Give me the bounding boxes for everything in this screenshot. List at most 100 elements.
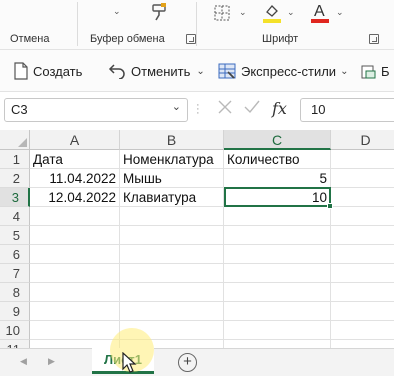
empty-cell[interactable] xyxy=(30,207,120,226)
empty-cell[interactable] xyxy=(331,188,394,207)
row-header-3[interactable]: 3 xyxy=(0,188,30,207)
scroll-tabs-left-icon[interactable]: ◀ xyxy=(20,356,27,367)
empty-cell[interactable] xyxy=(331,226,394,245)
empty-cell[interactable] xyxy=(224,245,331,264)
column-header-b[interactable]: B xyxy=(120,130,224,150)
row-header-9[interactable]: 9 xyxy=(0,302,30,321)
empty-cell[interactable] xyxy=(120,207,224,226)
cell-b2[interactable]: Мышь xyxy=(120,169,224,188)
clipboard-dialog-launcher-icon[interactable] xyxy=(186,34,196,44)
empty-cell[interactable] xyxy=(331,321,394,340)
name-box-value: C3 xyxy=(11,102,28,117)
empty-cell[interactable] xyxy=(224,340,331,348)
empty-cell[interactable] xyxy=(30,340,120,348)
fill-color-icon[interactable] xyxy=(262,2,282,29)
empty-cell[interactable] xyxy=(224,283,331,302)
clipboard-button[interactable]: Б xyxy=(360,60,390,82)
cell-a3[interactable]: 12.04.2022 xyxy=(30,188,120,207)
chevron-down-icon[interactable]: ⌄ xyxy=(336,7,344,18)
empty-cell[interactable] xyxy=(331,302,394,321)
chevron-down-icon[interactable]: ⌄ xyxy=(196,66,204,77)
cell-c1[interactable]: Количество xyxy=(224,150,331,169)
more-options-icon[interactable]: · · · xyxy=(196,100,200,119)
insert-function-icon[interactable]: fx xyxy=(272,99,287,118)
ribbon-group-undo: Отмена xyxy=(10,33,50,45)
undo-button-label: Отменить xyxy=(131,63,191,79)
ribbon: ⌄ ⌄ ⌄ A ⌄ Отмена Буфер обмена Шрифт xyxy=(0,0,394,50)
row-header-5[interactable]: 5 xyxy=(0,226,30,245)
chevron-down-icon[interactable]: ⌄ xyxy=(113,6,121,17)
add-sheet-button[interactable]: + xyxy=(178,353,197,372)
undo-button[interactable]: Отменить ⌄ xyxy=(108,60,205,82)
table-styles-icon xyxy=(218,63,236,79)
cancel-entry-icon[interactable] xyxy=(217,99,233,120)
clipboard-button-label: Б xyxy=(381,63,390,79)
row-header-10[interactable]: 10 xyxy=(0,321,30,340)
cell-a1[interactable]: Дата xyxy=(30,150,120,169)
cell-a2[interactable]: 11.04.2022 xyxy=(30,169,120,188)
select-all-corner[interactable] xyxy=(0,130,30,150)
empty-cell[interactable] xyxy=(120,245,224,264)
mouse-pointer-icon xyxy=(122,351,138,376)
cell-c2[interactable]: 5 xyxy=(224,169,331,188)
empty-cell[interactable] xyxy=(30,264,120,283)
empty-cell[interactable] xyxy=(331,264,394,283)
formula-input[interactable]: 10 xyxy=(300,98,394,122)
express-styles-button[interactable]: Экспресс-стили ⌄ xyxy=(218,60,348,82)
empty-cell[interactable] xyxy=(120,283,224,302)
chevron-down-icon[interactable]: ⌄ xyxy=(340,66,348,77)
empty-cell[interactable] xyxy=(331,207,394,226)
empty-cell[interactable] xyxy=(30,302,120,321)
format-painter-icon[interactable] xyxy=(150,2,170,27)
empty-cell[interactable] xyxy=(331,150,394,169)
cell-b1[interactable]: Номенклатура xyxy=(120,150,224,169)
empty-cell[interactable] xyxy=(30,283,120,302)
svg-text:A: A xyxy=(314,3,325,20)
empty-cell[interactable] xyxy=(120,264,224,283)
row-header-4[interactable]: 4 xyxy=(0,207,30,226)
row-header-6[interactable]: 6 xyxy=(0,245,30,264)
empty-cell[interactable] xyxy=(224,264,331,283)
scroll-tabs-right-icon[interactable]: ▶ xyxy=(48,356,55,367)
create-button[interactable]: Создать xyxy=(14,60,82,82)
confirm-entry-icon[interactable] xyxy=(243,99,261,120)
chevron-down-icon[interactable]: ⌄ xyxy=(287,7,295,18)
empty-cell[interactable] xyxy=(30,321,120,340)
row-header-11[interactable]: 11 xyxy=(0,340,30,348)
font-color-icon[interactable]: A xyxy=(310,1,330,29)
ribbon-group-clipboard: Буфер обмена xyxy=(90,33,165,45)
empty-cell[interactable] xyxy=(224,207,331,226)
empty-cell[interactable] xyxy=(331,245,394,264)
formula-bar: C3 ⌄ · · · fx 10 xyxy=(0,95,394,125)
empty-cell[interactable] xyxy=(331,283,394,302)
new-document-icon xyxy=(14,62,28,80)
empty-cell[interactable] xyxy=(30,245,120,264)
empty-cell[interactable] xyxy=(224,302,331,321)
chevron-down-icon[interactable]: ⌄ xyxy=(239,7,247,18)
row-header-2[interactable]: 2 xyxy=(0,169,30,188)
chevron-down-icon[interactable]: ⌄ xyxy=(172,100,181,113)
column-header-c[interactable]: C xyxy=(224,130,331,150)
font-dialog-launcher-icon[interactable] xyxy=(369,34,379,44)
row-header-1[interactable]: 1 xyxy=(0,150,30,169)
create-button-label: Создать xyxy=(33,63,83,79)
cell-b3[interactable]: Клавиатура xyxy=(120,188,224,207)
borders-icon[interactable] xyxy=(214,5,230,26)
empty-cell[interactable] xyxy=(30,226,120,245)
empty-cell[interactable] xyxy=(331,340,394,348)
empty-cell[interactable] xyxy=(331,169,394,188)
column-header-a[interactable]: A xyxy=(30,130,120,150)
column-header-d[interactable]: D xyxy=(331,130,394,150)
fill-handle[interactable] xyxy=(327,203,333,209)
row-header-7[interactable]: 7 xyxy=(0,264,30,283)
empty-cell[interactable] xyxy=(224,226,331,245)
undo-icon xyxy=(108,64,125,79)
row-header-8[interactable]: 8 xyxy=(0,283,30,302)
empty-cell[interactable] xyxy=(120,226,224,245)
sheet-tabs-bar: ◀ ▶ Лист1 + xyxy=(0,348,394,376)
empty-cell[interactable] xyxy=(224,321,331,340)
ribbon-group-font: Шрифт xyxy=(262,33,299,45)
empty-cell[interactable] xyxy=(120,302,224,321)
ribbon-separator xyxy=(196,2,197,46)
name-box[interactable]: C3 ⌄ xyxy=(4,98,188,122)
